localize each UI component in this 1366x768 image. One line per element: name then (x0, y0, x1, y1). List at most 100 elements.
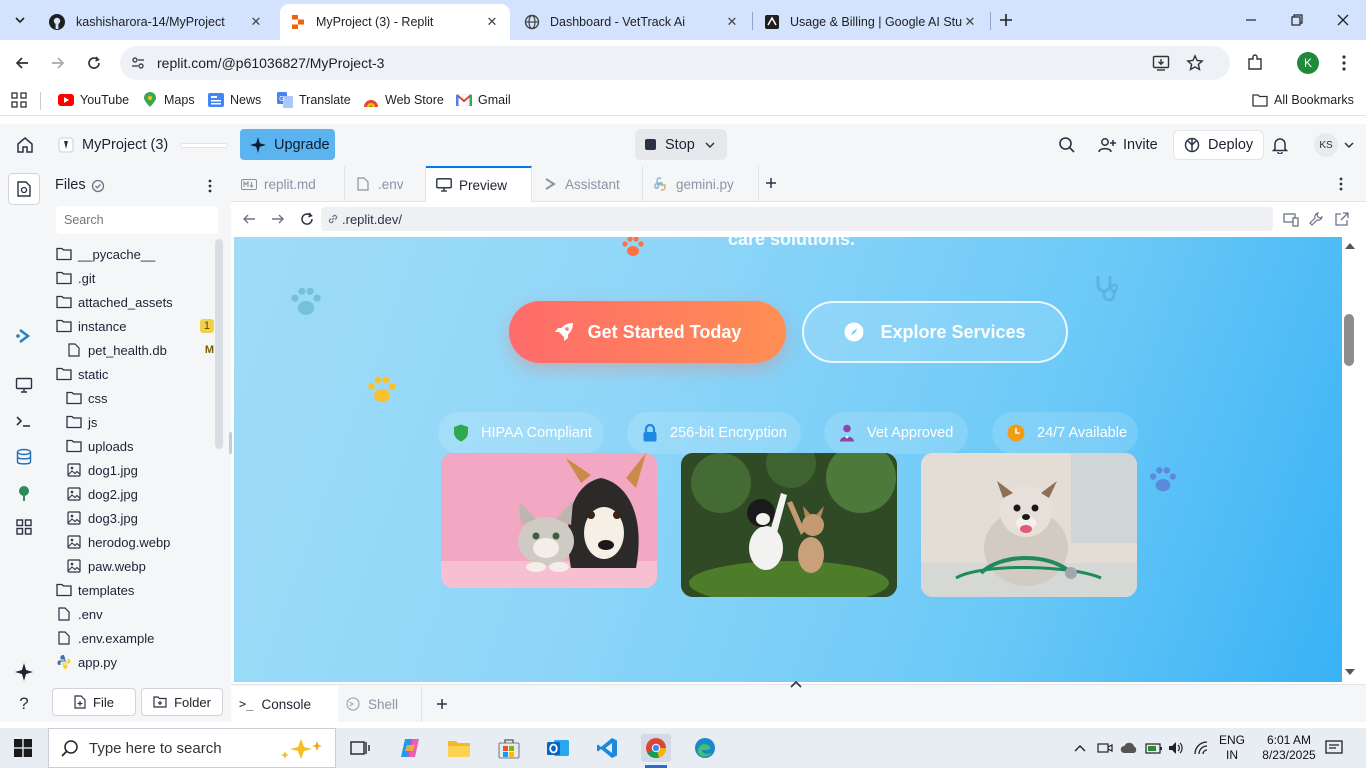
deploy-button[interactable]: Deploy (1173, 130, 1265, 160)
chevron-up-icon[interactable] (1074, 744, 1086, 752)
close-window-button[interactable] (1320, 0, 1366, 40)
folder-item[interactable]: __pycache__ (56, 242, 214, 266)
more-vertical-icon[interactable] (208, 179, 212, 193)
folder-item[interactable]: static (56, 362, 214, 386)
file-item[interactable]: dog2.jpg (56, 482, 214, 506)
invite-button[interactable]: Invite (1088, 130, 1168, 160)
new-tab-button[interactable] (990, 0, 1022, 40)
preview-url-input[interactable]: .replit.dev/ (321, 207, 1273, 231)
help-icon[interactable]: ? (12, 692, 36, 716)
get-started-button[interactable]: Get Started Today (509, 301, 786, 363)
tab-console[interactable]: >_ Console (231, 686, 338, 722)
outlook-button[interactable] (543, 734, 573, 762)
edge-button[interactable] (690, 734, 720, 762)
address-bar[interactable]: replit.com/@p61036827/MyProject-3 (120, 46, 1230, 80)
scroll-down-icon[interactable] (1345, 669, 1355, 675)
upgrade-button[interactable]: Upgrade (240, 129, 335, 160)
file-item[interactable]: pet_health.db M (56, 338, 214, 362)
network-icon[interactable] (1193, 740, 1209, 756)
folder-item[interactable]: js (56, 410, 214, 434)
home-button[interactable] (6, 130, 44, 160)
agent-tool-button[interactable] (12, 324, 36, 348)
console-tool-button[interactable] (12, 409, 36, 433)
folder-item[interactable]: .git (56, 266, 214, 290)
speaker-icon[interactable] (1168, 740, 1184, 756)
new-file-button[interactable]: File (52, 688, 136, 716)
file-item[interactable]: app.py (56, 650, 214, 674)
battery-icon[interactable] (1145, 741, 1163, 755)
bookmark-youtube[interactable]: YouTube (58, 92, 129, 108)
input-language[interactable]: ENG IN (1218, 733, 1246, 763)
open-new-tab-button[interactable] (1334, 211, 1350, 227)
bookmark-webstore[interactable]: Web Store (363, 92, 444, 108)
extensions-button[interactable] (1240, 48, 1270, 78)
minimize-button[interactable] (1228, 0, 1274, 40)
new-folder-button[interactable]: Folder (141, 688, 223, 716)
file-item[interactable]: dog3.jpg (56, 506, 214, 530)
browser-tab-replit[interactable]: MyProject (3) - Replit ✕ (280, 4, 510, 40)
stop-button[interactable]: Stop (635, 129, 727, 160)
install-app-icon[interactable] (1152, 54, 1170, 72)
integrations-tool-button[interactable] (12, 481, 36, 505)
tab-assistant[interactable]: Assistant (532, 166, 643, 202)
chevron-down-icon[interactable] (705, 140, 715, 150)
preview-reload-button[interactable] (299, 211, 315, 227)
plus-icon[interactable] (436, 698, 448, 710)
scrollbar-thumb[interactable] (215, 239, 223, 449)
browser-tab-vettrack[interactable]: Dashboard - VetTrack Ai ✕ (514, 4, 750, 40)
file-item[interactable]: dog1.jpg (56, 458, 214, 482)
star-icon[interactable] (1186, 54, 1204, 72)
tab-gemini-py[interactable]: gemini.py (643, 166, 759, 202)
camera-icon[interactable] (1097, 740, 1113, 756)
preview-forward-button[interactable] (271, 212, 285, 226)
browser-tab-ai-studio[interactable]: Usage & Billing | Google AI Stud ✕ (754, 4, 988, 40)
project-name-button[interactable]: MyProject (3) (48, 130, 178, 160)
close-icon[interactable]: ✕ (724, 14, 740, 30)
scroll-up-icon[interactable] (1345, 243, 1355, 249)
forward-button[interactable] (43, 48, 73, 78)
store-button[interactable] (494, 734, 524, 762)
tab-preview[interactable]: Preview (426, 166, 532, 202)
file-item[interactable]: herodog.webp (56, 530, 214, 554)
back-button[interactable] (7, 48, 37, 78)
folder-item[interactable]: attached_assets (56, 290, 214, 314)
file-item[interactable]: paw.webp (56, 554, 214, 578)
scrollbar-thumb[interactable] (1344, 314, 1354, 366)
profile-button[interactable]: K (1293, 48, 1323, 78)
bookmark-translate[interactable]: G Translate (277, 92, 351, 108)
bookmark-maps[interactable]: Maps (142, 92, 195, 108)
close-icon[interactable]: ✕ (484, 14, 500, 30)
close-icon[interactable]: ✕ (962, 14, 978, 30)
file-explorer-button[interactable] (444, 734, 474, 762)
file-item[interactable]: .env (56, 602, 214, 626)
pane-resize-handle[interactable] (229, 432, 232, 454)
explore-services-button[interactable]: Explore Services (802, 301, 1068, 363)
notifications-button[interactable] (1262, 130, 1298, 160)
bookmark-gmail[interactable]: Gmail (456, 92, 511, 108)
folder-item[interactable]: css (56, 386, 214, 410)
pane-menu-button[interactable] (1339, 177, 1343, 191)
add-tab-button[interactable] (764, 176, 778, 190)
folder-item[interactable]: instance 1 (56, 314, 214, 338)
tab-replit-md[interactable]: replit.md (231, 166, 345, 202)
tab-env[interactable]: .env (345, 166, 426, 202)
notification-center-icon[interactable] (1325, 740, 1343, 756)
all-bookmarks-button[interactable]: All Bookmarks (1252, 92, 1354, 108)
file-item[interactable]: .env.example (56, 626, 214, 650)
folder-item[interactable]: uploads (56, 434, 214, 458)
tab-shell[interactable]: Shell (338, 686, 422, 722)
start-button[interactable] (8, 734, 38, 762)
reload-button[interactable] (79, 48, 109, 78)
close-icon[interactable]: ✕ (248, 14, 264, 30)
database-tool-button[interactable] (12, 445, 36, 469)
chevron-up-icon[interactable] (790, 680, 802, 688)
apps-button[interactable] (11, 92, 27, 108)
copilot-button[interactable] (395, 734, 425, 762)
chrome-button[interactable] (641, 734, 671, 762)
site-info-icon[interactable] (130, 55, 146, 71)
task-view-button[interactable] (345, 734, 375, 762)
vscode-button[interactable] (592, 734, 622, 762)
ai-tool-button[interactable] (12, 660, 36, 684)
chrome-menu-button[interactable] (1329, 48, 1359, 78)
browser-tab-github[interactable]: kashisharora-14/MyProject ✕ (38, 4, 274, 40)
